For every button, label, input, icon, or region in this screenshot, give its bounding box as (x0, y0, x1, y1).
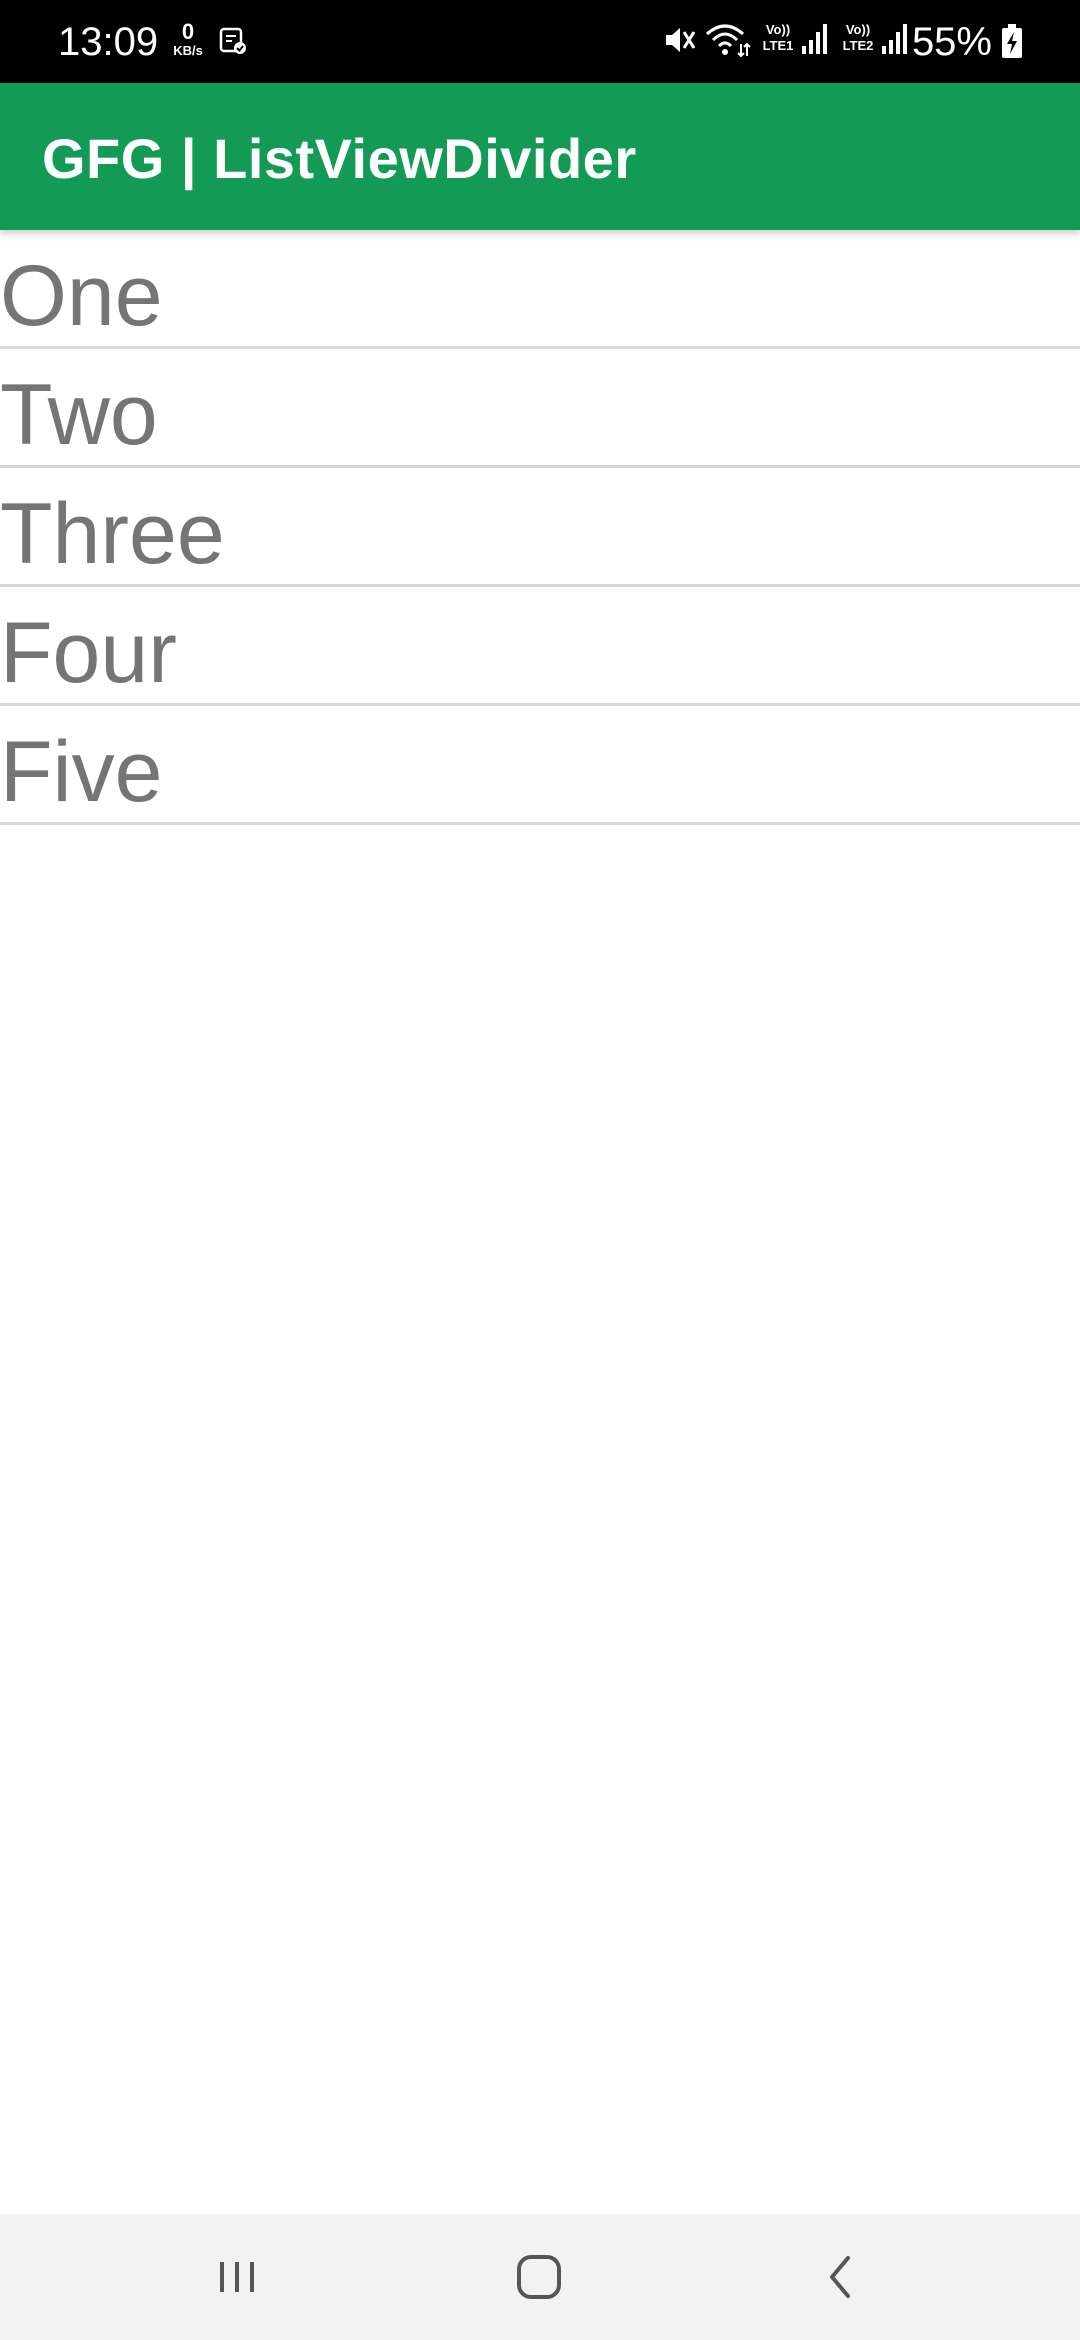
list-item-label: Four (0, 605, 177, 701)
list-item-label: One (0, 248, 163, 344)
list-item-label: Two (0, 367, 158, 463)
app-bar: GFG | ListViewDivider (0, 83, 1080, 230)
recents-icon[interactable] (192, 2242, 282, 2312)
battery-percent: 55% (911, 20, 992, 64)
sim1-volte: Vo)) (765, 22, 791, 37)
notification-icon (219, 27, 246, 54)
status-time: 13:09 (58, 20, 159, 64)
network-speed-value: 0 (181, 19, 195, 44)
signal-icon (882, 24, 907, 54)
home-icon[interactable] (494, 2242, 584, 2312)
sim1-label: Vo)) LTE1 (755, 22, 801, 62)
list-item[interactable]: Two (0, 349, 1080, 468)
status-bar: 13:09 0 KB/s Vo)) LTE1 Vo)) LTE2 55% (0, 0, 1080, 83)
list-item-label: Three (0, 486, 225, 582)
list-item[interactable]: One (0, 230, 1080, 349)
list-item[interactable]: Five (0, 706, 1080, 825)
battery-charging-icon (1002, 24, 1022, 58)
list-item-label: Five (0, 724, 163, 820)
app-title: GFG | ListViewDivider (42, 127, 637, 190)
network-speed: 0 KB/s (168, 20, 208, 64)
network-speed-unit: KB/s (173, 43, 203, 58)
navigation-bar (0, 2214, 1080, 2340)
list-item[interactable]: Three (0, 468, 1080, 587)
sim2-lte: LTE2 (842, 38, 874, 53)
sim2-label: Vo)) LTE2 (835, 22, 881, 62)
wifi-icon (706, 24, 751, 58)
mute-icon (666, 28, 696, 52)
sim2-volte: Vo)) (845, 22, 871, 37)
list-item[interactable]: Four (0, 587, 1080, 706)
screen: 13:09 0 KB/s Vo)) LTE1 Vo)) LTE2 55% GFG… (0, 0, 1080, 2340)
signal-icon (802, 24, 827, 54)
list-view[interactable]: One Two Three Four Five (0, 230, 1080, 825)
sim1-lte: LTE1 (762, 38, 794, 53)
back-icon[interactable] (796, 2242, 886, 2312)
